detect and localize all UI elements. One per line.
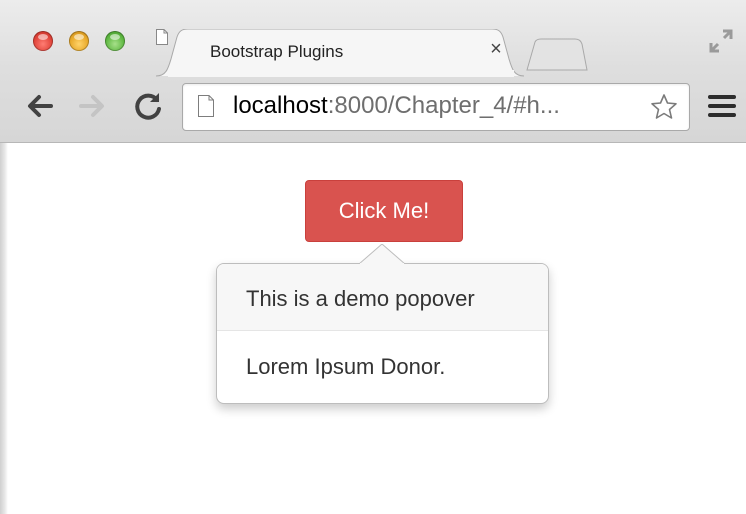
click-me-label: Click Me! <box>338 198 430 223</box>
popover-arrow <box>359 244 405 264</box>
arrow-right-icon[interactable] <box>76 90 108 122</box>
popover-title-text: This is a demo popover <box>246 286 475 311</box>
page-icon <box>156 29 168 45</box>
popover-content: Lorem Ipsum Donor. <box>246 354 446 379</box>
url-host: localhost <box>233 92 328 119</box>
address-bar[interactable]: localhost:8000/Chapter_4/#h... <box>182 83 690 131</box>
new-tab-button[interactable] <box>525 38 589 72</box>
popover-title: This is a demo popover <box>217 264 548 331</box>
tab-close-icon[interactable]: × <box>486 39 506 59</box>
click-me-button[interactable]: Click Me! <box>305 180 463 242</box>
minimize-window-button[interactable] <box>69 31 89 51</box>
page-icon <box>198 95 214 117</box>
tab-bootstrap-plugins[interactable]: Bootstrap Plugins × <box>156 29 525 77</box>
tab-title: Bootstrap Plugins <box>210 42 344 61</box>
fullscreen-icon[interactable] <box>706 26 736 56</box>
reload-icon[interactable] <box>132 90 164 122</box>
url-path: :8000/Chapter_4/#h... <box>327 92 560 119</box>
arrow-left-icon[interactable] <box>24 90 56 122</box>
browser-window: Bootstrap Plugins × localhost:8000/Chapt… <box>0 0 746 514</box>
menu-bar-line <box>708 95 736 99</box>
window-edge <box>0 143 8 514</box>
popover: This is a demo popover Lorem Ipsum Donor… <box>216 263 549 404</box>
hamburger-icon[interactable] <box>708 95 736 119</box>
zoom-window-button[interactable] <box>105 31 125 51</box>
url-text[interactable]: localhost:8000/Chapter_4/#h... <box>233 92 560 120</box>
menu-bar-line <box>708 104 736 108</box>
star-icon[interactable] <box>649 92 679 122</box>
menu-bar-line <box>708 113 736 117</box>
close-window-button[interactable] <box>33 31 53 51</box>
